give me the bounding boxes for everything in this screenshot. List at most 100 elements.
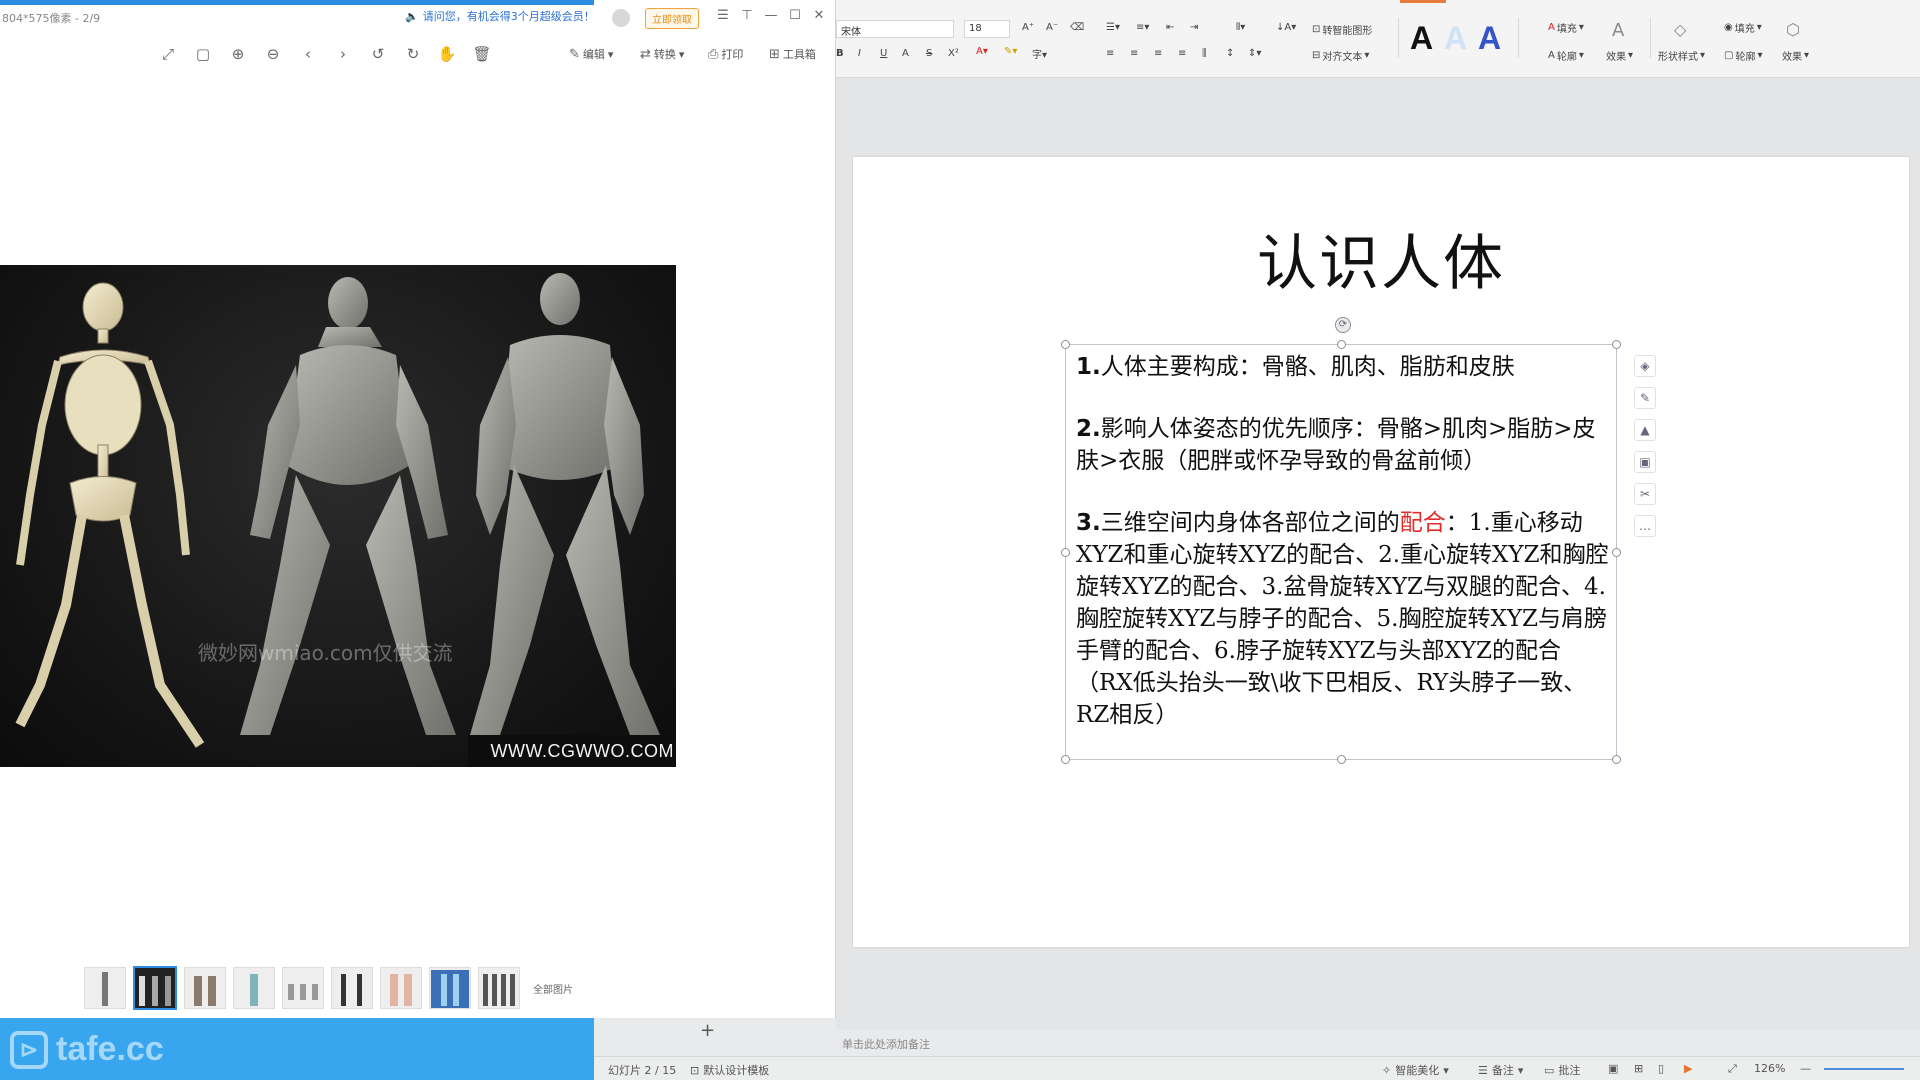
thumbnail[interactable]	[429, 967, 471, 1009]
thumbnail[interactable]	[478, 967, 520, 1009]
pin-icon[interactable]: ⊤	[740, 6, 754, 26]
zoom-in-icon[interactable]: ⊕	[228, 44, 248, 64]
resize-handle[interactable]	[1061, 755, 1070, 764]
delete-icon[interactable]: 🗑	[472, 44, 492, 64]
next-icon[interactable]: ›	[333, 44, 353, 64]
thumbnail[interactable]	[282, 967, 324, 1009]
print-button[interactable]: ⎙ 打印	[708, 46, 743, 62]
paragraph-spacing-icon[interactable]: ⇕▾	[1248, 48, 1261, 59]
resize-handle[interactable]	[1061, 548, 1070, 557]
underline-icon[interactable]: U	[880, 48, 887, 59]
previous-icon[interactable]: ‹	[298, 44, 318, 64]
text-style-preset-light[interactable]: A	[1444, 20, 1467, 57]
thumbnail[interactable]	[331, 967, 373, 1009]
resize-handle[interactable]	[1337, 340, 1346, 349]
shape-outline-button[interactable]: ▢ 轮廓 ▾	[1724, 48, 1762, 63]
numbered-list-icon[interactable]: ≡▾	[1136, 22, 1149, 33]
zoom-slider[interactable]	[1824, 1068, 1904, 1070]
notes-area[interactable]: 单击此处添加备注	[594, 1030, 1920, 1051]
font-size-select[interactable]: 18	[964, 20, 1010, 38]
text-fill-button[interactable]: A 填充 ▾	[1548, 20, 1584, 35]
menu-icon[interactable]: ☰	[716, 6, 730, 26]
font-color-icon[interactable]: A▾	[976, 46, 988, 57]
resize-handle[interactable]	[1061, 340, 1070, 349]
text-direction-icon[interactable]: ↓A▾	[1276, 22, 1296, 33]
hand-icon[interactable]: ✋	[437, 44, 457, 64]
shape-fill-button[interactable]: ◉ 填充 ▾	[1724, 20, 1762, 35]
font-name-select[interactable]: 宋体	[836, 20, 954, 38]
char-spacing-icon[interactable]: 字▾	[1032, 46, 1047, 61]
shape-style-button[interactable]: 形状样式 ▾	[1658, 48, 1705, 63]
align-left-icon[interactable]: ≡	[1106, 48, 1114, 59]
slide-title[interactable]: 认识人体	[853, 215, 1909, 302]
text-style-preset-black[interactable]: A	[1410, 20, 1433, 57]
edit-button[interactable]: ✎ 编辑 ▾	[569, 46, 613, 62]
align-right-icon[interactable]: ≡	[1154, 48, 1162, 59]
rotate-left-icon[interactable]: ↺	[368, 44, 388, 64]
fill-bucket-icon[interactable]: ▲	[1634, 419, 1656, 441]
align-text-button[interactable]: ⊟ 对齐文本 ▾	[1312, 48, 1369, 63]
justify-icon[interactable]: ≡	[1178, 48, 1186, 59]
shape-style-icon[interactable]: ◇	[1674, 20, 1686, 39]
text-effect-icon[interactable]: A	[1612, 20, 1624, 41]
viewer-ad-link[interactable]: 🔈 请问您，有机会得3个月超级会员！	[405, 8, 595, 24]
toolbox-button[interactable]: ⊞ 工具箱	[769, 46, 816, 62]
decrease-font-icon[interactable]: A⁻	[1046, 22, 1058, 33]
theme-button[interactable]: ⊡ 默认设计模板	[690, 1062, 769, 1078]
bullet-list-icon[interactable]: ☰▾	[1106, 22, 1120, 33]
maximize-icon[interactable]: ☐	[788, 6, 802, 26]
normal-view-icon[interactable]: ▣	[1608, 1062, 1618, 1075]
line-spacing-icon[interactable]: ↕	[1226, 48, 1234, 59]
fit-icon[interactable]: ⤢	[1728, 1062, 1737, 1076]
text-style-preset-blue[interactable]: A	[1478, 20, 1501, 57]
resize-handle[interactable]	[1612, 340, 1621, 349]
thumbnail[interactable]	[84, 967, 126, 1009]
highlight-icon[interactable]: ✎▾	[1004, 46, 1017, 57]
layers-icon[interactable]: ◈	[1634, 355, 1656, 377]
distribute-icon[interactable]: ⫼	[1202, 48, 1207, 59]
beautify-button[interactable]: ✧ 智能美化 ▾	[1382, 1062, 1449, 1078]
decrease-indent-icon[interactable]: ⇤	[1166, 22, 1174, 33]
rotate-handle-icon[interactable]: ⟳	[1335, 317, 1351, 333]
close-icon[interactable]: ✕	[812, 6, 826, 26]
scissors-icon[interactable]: ✂	[1634, 483, 1656, 505]
slide-text-box[interactable]: ⟳ 1.人体主要构成：骨骼、肌肉、脂肪和皮肤 2.影响人体姿态的优先顺序：骨骼>…	[1061, 317, 1621, 764]
crop-icon[interactable]: ▣	[1634, 451, 1656, 473]
minimize-icon[interactable]: —	[764, 6, 778, 26]
text-outline-button[interactable]: A 轮廓 ▾	[1548, 48, 1584, 63]
zoom-level[interactable]: 126%	[1754, 1062, 1785, 1075]
slide-body-text[interactable]: 1.人体主要构成：骨骼、肌肉、脂肪和皮肤 2.影响人体姿态的优先顺序：骨骼>肌肉…	[1076, 351, 1616, 761]
shape-effect-icon[interactable]: ⬡	[1786, 20, 1800, 39]
actual-size-icon[interactable]: ▢	[193, 44, 213, 64]
superscript-icon[interactable]: X²	[948, 48, 959, 59]
clear-format-icon[interactable]: ⌫	[1070, 22, 1084, 33]
shape-effect-button[interactable]: 效果 ▾	[1782, 48, 1809, 63]
comment-button[interactable]: ▭ 批注	[1544, 1062, 1580, 1078]
rotate-right-icon[interactable]: ↻	[403, 44, 423, 64]
align-center-icon[interactable]: ≡	[1130, 48, 1138, 59]
thumbnail-active[interactable]	[133, 966, 177, 1010]
thumbnail[interactable]	[233, 967, 275, 1009]
notes-button[interactable]: ☰ 备注 ▾	[1478, 1062, 1523, 1078]
more-icon[interactable]: …	[1634, 515, 1656, 537]
reading-view-icon[interactable]: ▯	[1658, 1062, 1664, 1075]
thumbnail[interactable]	[380, 967, 422, 1009]
zoom-out-button[interactable]: —	[1800, 1062, 1811, 1075]
strikethrough-icon[interactable]: S	[926, 48, 932, 59]
thumbnail[interactable]	[184, 967, 226, 1009]
play-icon[interactable]: ▶	[1684, 1062, 1692, 1075]
columns-icon[interactable]: ⫴▾	[1236, 22, 1245, 33]
pen-icon[interactable]: ✎	[1634, 387, 1656, 409]
vip-button[interactable]: 立即领取	[645, 8, 699, 29]
all-images-link[interactable]: 全部图片	[533, 981, 573, 996]
convert-button[interactable]: ⇄ 转换 ▾	[640, 46, 684, 62]
increase-font-icon[interactable]: A⁺	[1022, 22, 1034, 33]
increase-indent-icon[interactable]: ⇥	[1190, 22, 1198, 33]
zoom-out-icon[interactable]: ⊖	[263, 44, 283, 64]
slide-canvas[interactable]: 认识人体 ⟳ 1.人体主要构成：骨骼、肌肉、脂肪和皮肤 2.影响人体姿态的优先顺…	[853, 157, 1909, 947]
text-shadow-icon[interactable]: A	[902, 48, 909, 59]
avatar[interactable]	[612, 9, 630, 27]
bold-icon[interactable]: B	[836, 48, 844, 59]
text-effect-button[interactable]: 效果 ▾	[1606, 48, 1633, 63]
smart-graphic-button[interactable]: ⊡ 转智能图形	[1312, 22, 1372, 37]
